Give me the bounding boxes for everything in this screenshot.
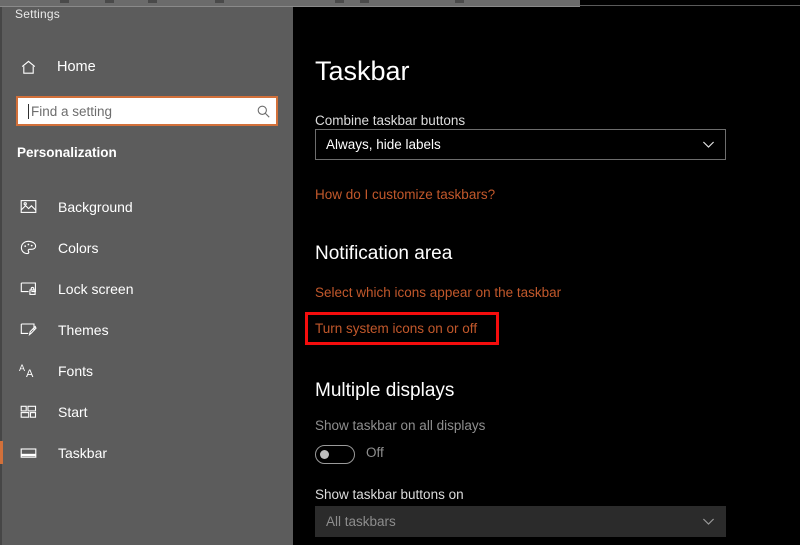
- combine-taskbar-buttons-dropdown[interactable]: Always, hide labels: [315, 129, 726, 160]
- turn-system-icons-link[interactable]: Turn system icons on or off: [315, 321, 477, 336]
- fonts-icon: A A: [17, 363, 39, 379]
- sidebar-item-start-label: Start: [58, 403, 88, 420]
- customize-taskbars-link[interactable]: How do I customize taskbars?: [315, 187, 495, 202]
- sidebar-item-lock-screen-label: Lock screen: [58, 280, 134, 297]
- chevron-down-icon: [702, 140, 715, 149]
- search-box[interactable]: [16, 96, 278, 126]
- sidebar-item-fonts[interactable]: A A Fonts: [0, 350, 293, 391]
- combine-taskbar-buttons-value: Always, hide labels: [326, 137, 441, 152]
- sidebar-item-taskbar[interactable]: Taskbar: [0, 432, 293, 473]
- image-icon: [17, 199, 39, 214]
- sidebar-item-background-label: Background: [58, 198, 133, 215]
- toggle-knob: [320, 450, 329, 459]
- sidebar-item-colors-label: Colors: [58, 239, 99, 256]
- sidebar-item-background[interactable]: Background: [0, 186, 293, 227]
- show-taskbar-all-displays-state: Off: [366, 445, 384, 460]
- sidebar-item-home[interactable]: Home: [0, 49, 293, 85]
- svg-text:A: A: [26, 368, 34, 379]
- lock-screen-icon: [17, 281, 39, 296]
- theme-brush-icon: [17, 322, 39, 337]
- start-tiles-icon: [17, 405, 39, 419]
- selection-indicator: [0, 441, 3, 464]
- show-taskbar-all-displays-toggle[interactable]: [315, 445, 355, 464]
- settings-window: Settings Home Personalization: [0, 0, 800, 545]
- multiple-displays-heading: Multiple displays: [315, 380, 455, 401]
- svg-text:A: A: [19, 363, 25, 373]
- sidebar-item-start[interactable]: Start: [0, 391, 293, 432]
- sidebar-item-lock-screen[interactable]: Lock screen: [0, 268, 293, 309]
- taskbar-icon: [17, 447, 39, 459]
- search-icon[interactable]: [250, 104, 276, 119]
- sidebar-group-heading: Personalization: [17, 145, 117, 160]
- main-content: Taskbar Combine taskbar buttons Always, …: [293, 7, 800, 545]
- combine-taskbar-buttons-label: Combine taskbar buttons: [315, 113, 466, 128]
- show-taskbar-buttons-dropdown[interactable]: All taskbars: [315, 506, 726, 537]
- select-icons-link[interactable]: Select which icons appear on the taskbar: [315, 285, 561, 300]
- sidebar-item-fonts-label: Fonts: [58, 362, 94, 379]
- app-title: Settings: [15, 7, 60, 21]
- chevron-down-icon: [702, 517, 715, 526]
- show-taskbar-buttons-value: All taskbars: [326, 514, 396, 529]
- sidebar-item-themes-label: Themes: [58, 321, 109, 338]
- home-icon: [16, 59, 40, 76]
- sidebar-item-home-label: Home: [57, 59, 96, 75]
- sidebar-item-colors[interactable]: Colors: [0, 227, 293, 268]
- show-taskbar-buttons-label: Show taskbar buttons on: [315, 487, 464, 502]
- search-input[interactable]: [31, 103, 250, 119]
- sidebar-item-taskbar-label: Taskbar: [58, 444, 108, 461]
- page-title: Taskbar: [315, 56, 410, 86]
- palette-icon: [17, 240, 39, 256]
- sidebar-item-themes[interactable]: Themes: [0, 309, 293, 350]
- search-caret: [28, 103, 29, 119]
- sidebar-nav: Background Colors Lock screen Themes A A…: [0, 186, 293, 473]
- notification-area-heading: Notification area: [315, 243, 453, 264]
- show-taskbar-all-displays-label: Show taskbar on all displays: [315, 418, 486, 433]
